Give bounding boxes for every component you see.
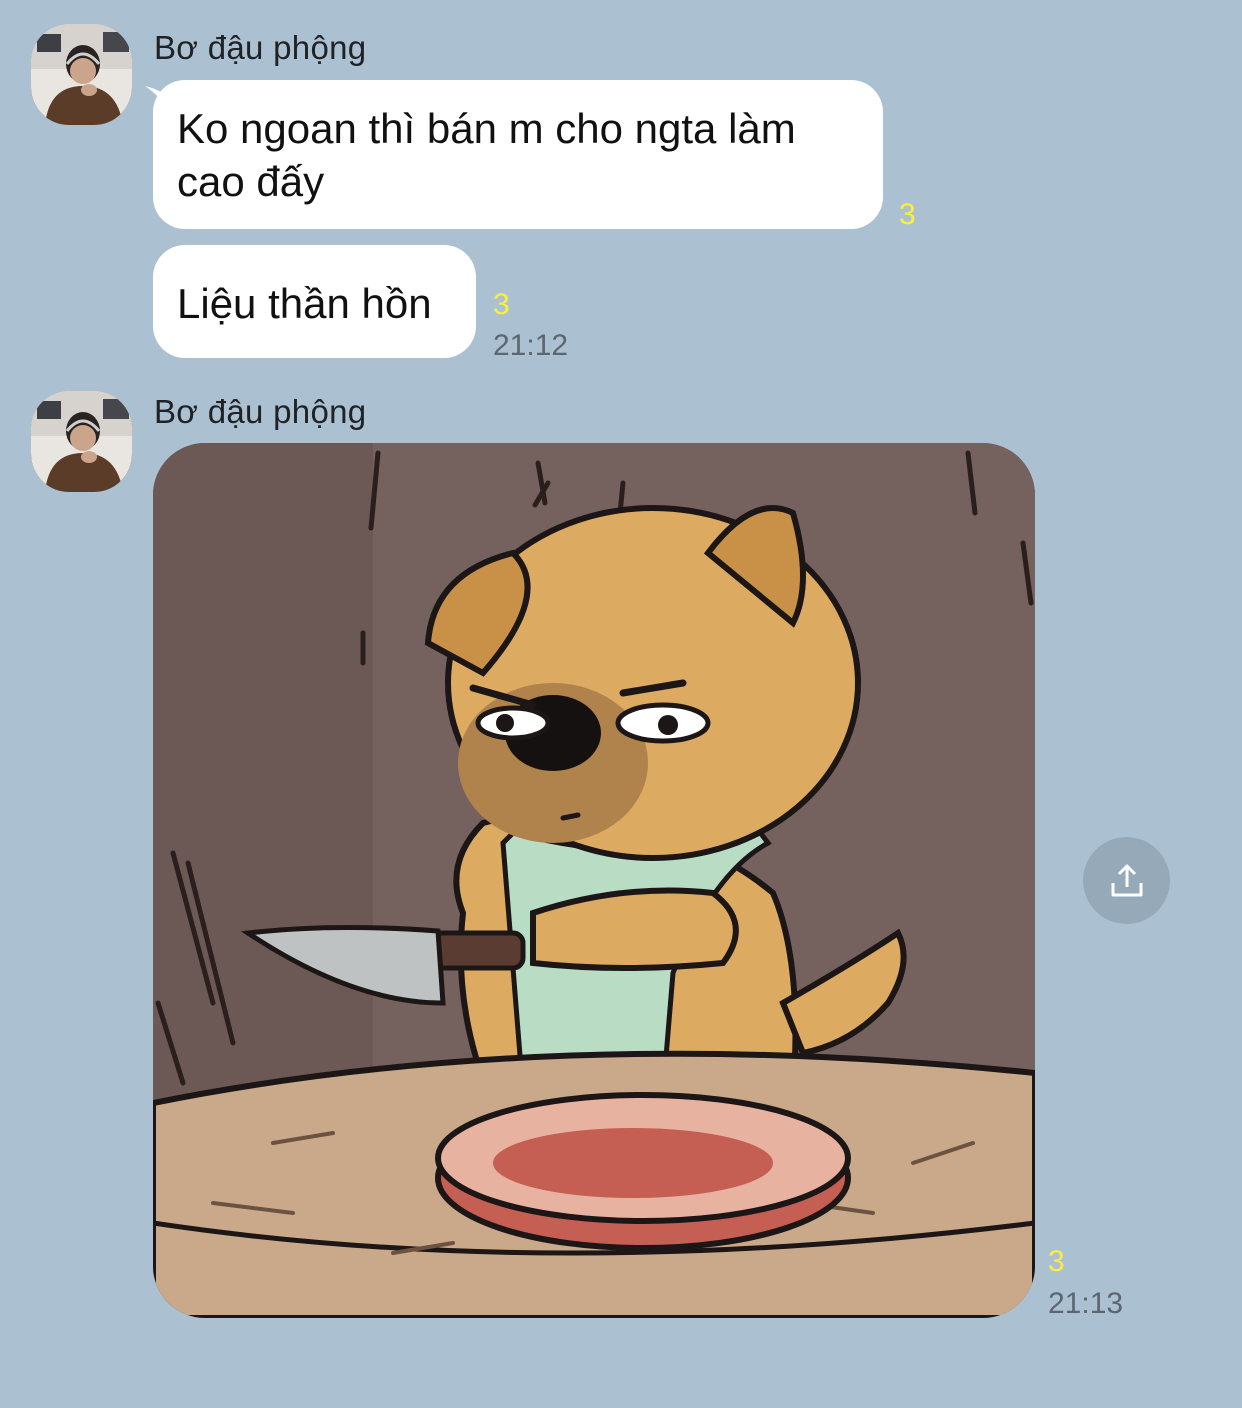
message-text: Liệu thần hồn: [177, 280, 432, 327]
avatar[interactable]: [31, 24, 132, 125]
share-icon: [1111, 864, 1142, 896]
unread-count: 3: [899, 198, 916, 231]
message-time: 21:12: [493, 329, 569, 362]
share-button[interactable]: [1083, 837, 1170, 924]
chat-room: Bơ đậu phộng Ko ngoan thì bán m cho ngta…: [0, 0, 1242, 1408]
message-text: Ko ngoan thì bán m cho ngta làm cao đấy: [177, 105, 796, 205]
message-bubble[interactable]: Ko ngoan thì bán m cho ngta làm cao đấy: [153, 80, 883, 229]
unread-count: 3: [493, 288, 510, 321]
unread-count: 3: [1048, 1245, 1065, 1278]
sender-name: Bơ đậu phộng: [154, 29, 367, 66]
sender-name: Bơ đậu phộng: [154, 393, 367, 430]
avatar[interactable]: [31, 391, 132, 492]
message-time: 21:13: [1048, 1287, 1124, 1320]
dog-with-knife-sticker[interactable]: [153, 443, 1035, 1318]
message-bubble[interactable]: Liệu thần hồn: [153, 245, 476, 358]
